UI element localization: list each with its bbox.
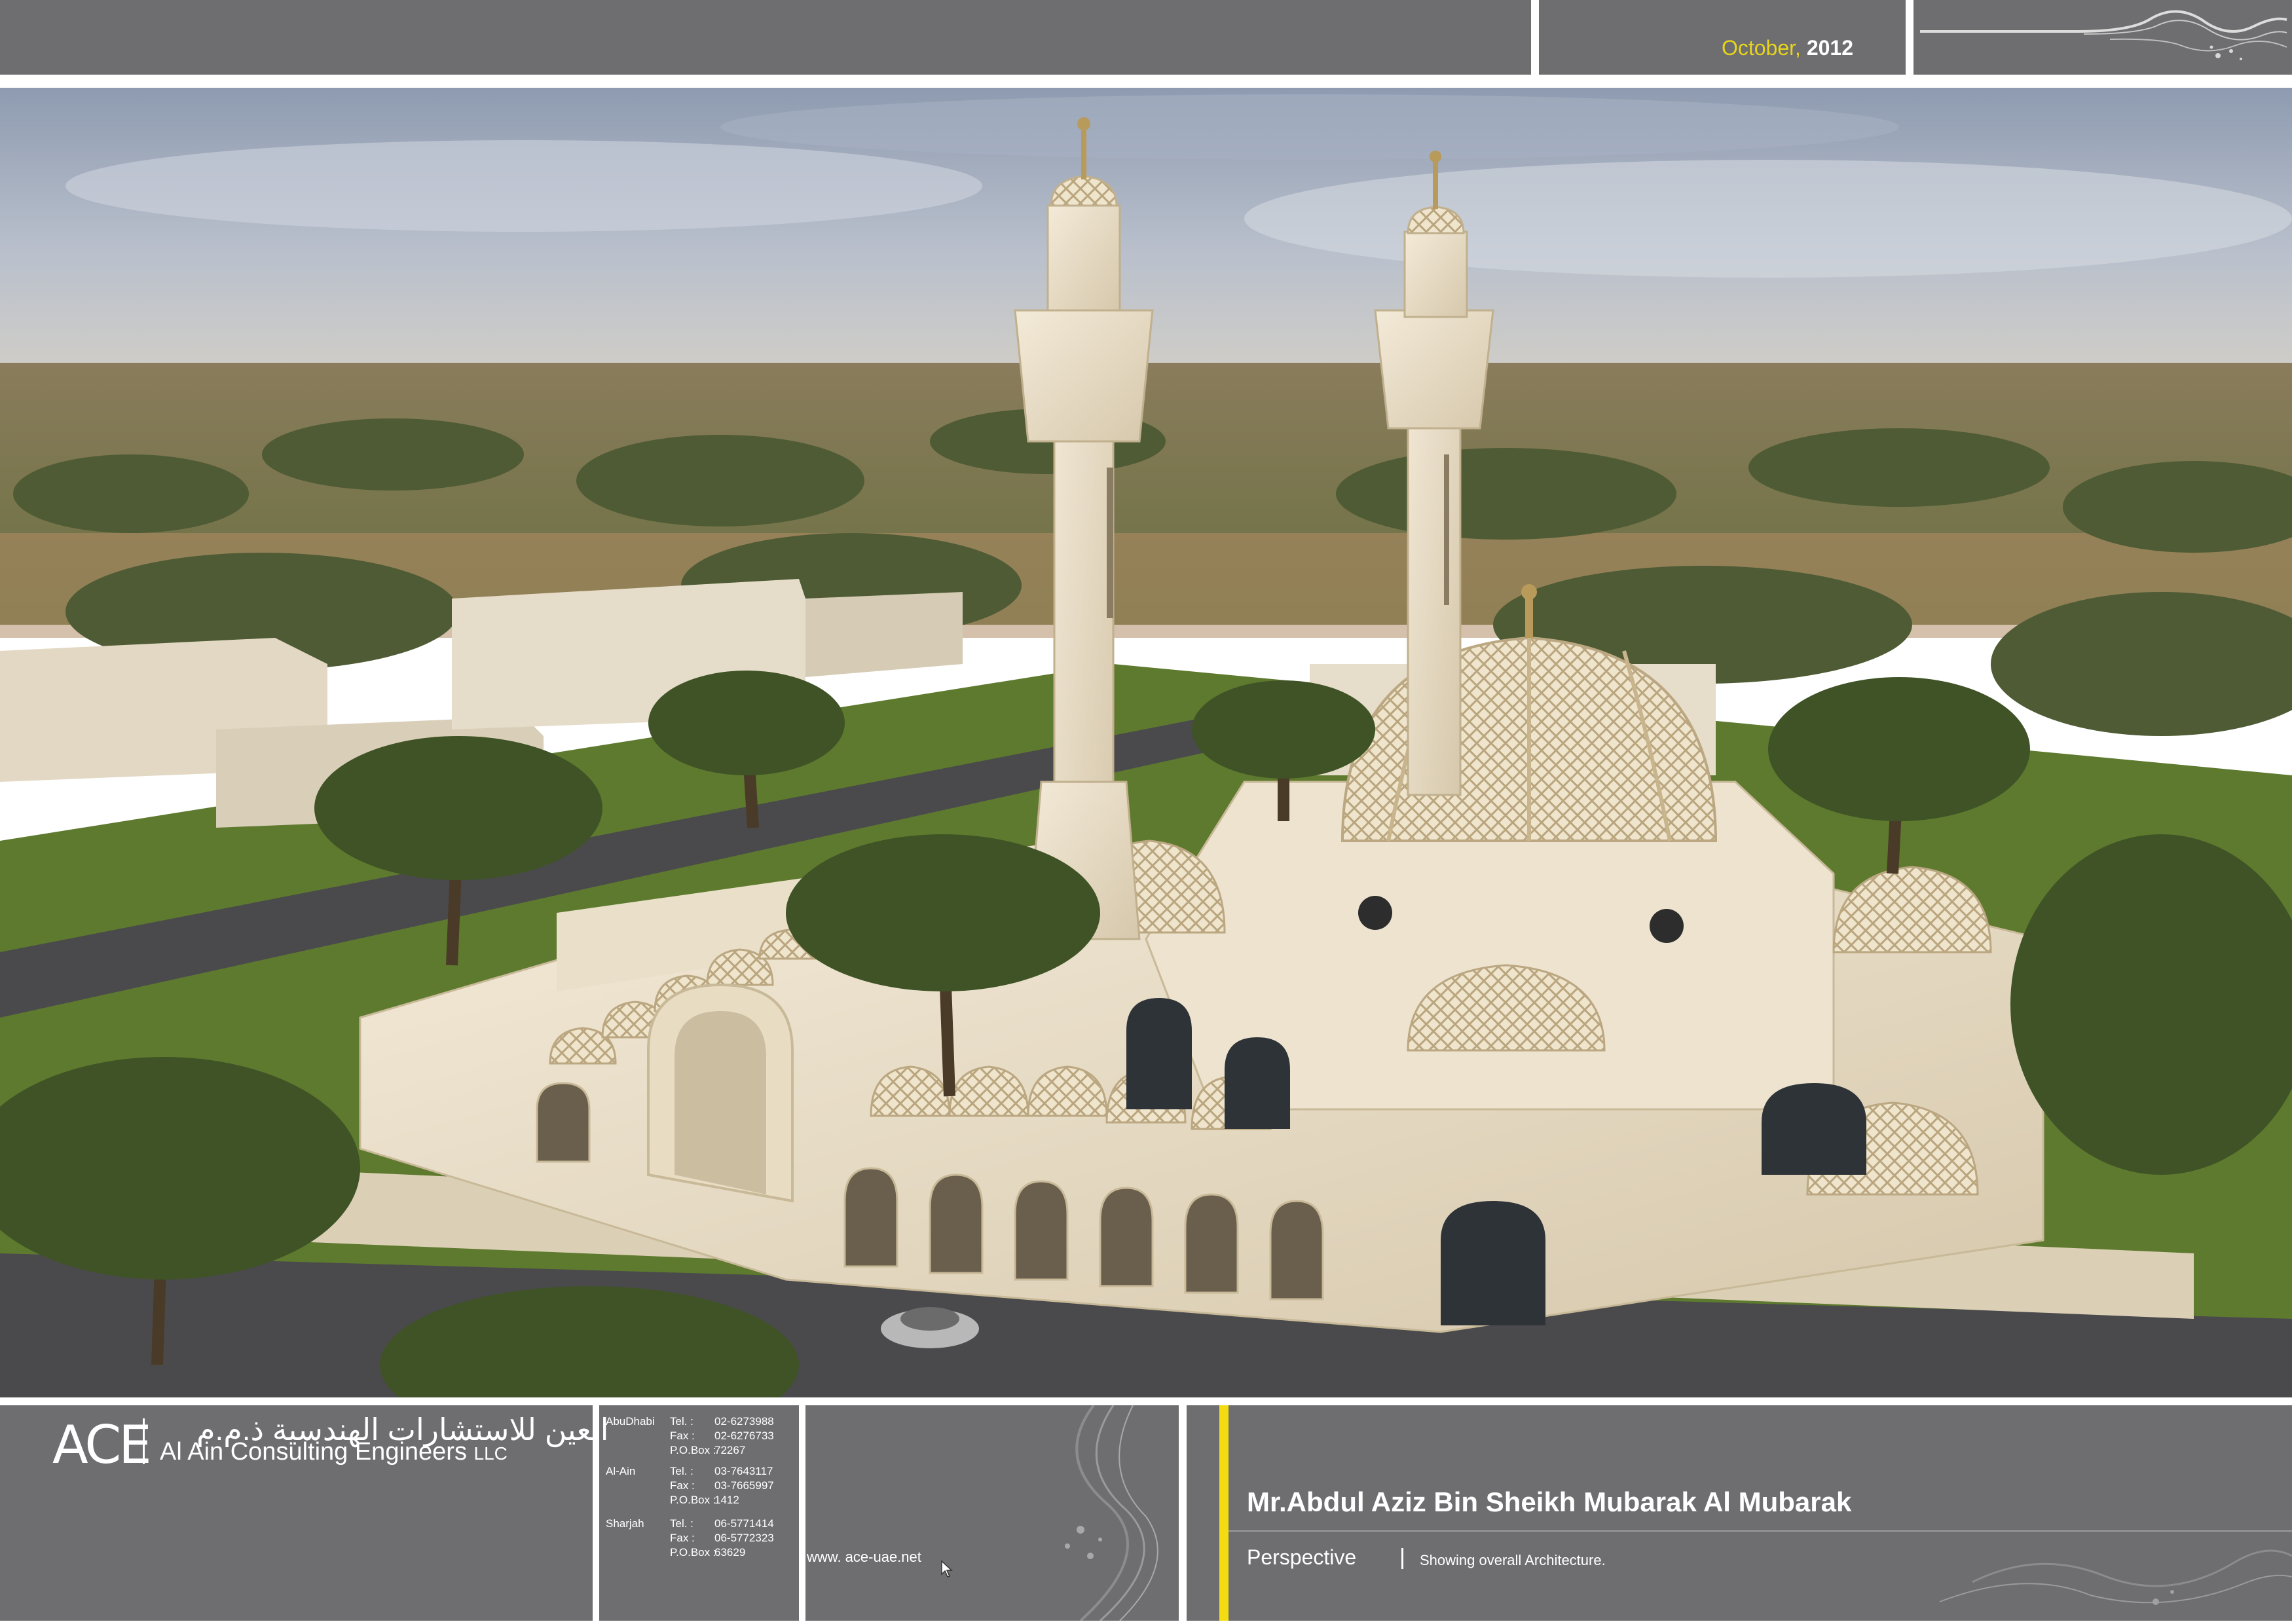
mosque-rendering [0,88,2292,1397]
office-pobox: P.O.Box :72267 [670,1444,746,1456]
view-label: Perspective [1247,1545,1357,1569]
office-pobox: P.O.Box :63629 [670,1546,746,1559]
office-fax: Fax :06-5772323 [670,1532,774,1544]
client-name: Mr.Abdul Aziz Bin Sheikh Mubarak Al Muba… [1247,1486,1852,1517]
footer-web-panel [805,1404,1179,1622]
office-city: Al-Ain [606,1465,636,1477]
office-fax: Fax :03-7665997 [670,1479,774,1492]
header-bar-left [0,0,1531,75]
swirl-ornament-icon [1065,1404,1158,1622]
office-city: Sharjah [606,1517,644,1530]
header-separator [0,75,2292,88]
office-tel: Tel. :03-7643117 [670,1465,773,1477]
office-city: AbuDhabi [606,1415,655,1428]
view-separator [1401,1548,1403,1569]
date-year: 2012 [1806,36,1853,60]
mouse-cursor-icon [941,1560,953,1578]
company-name-text: Al Ain Consulting Engineers [160,1438,467,1466]
date-month: October, [1721,36,1801,60]
header-date-panel: October, 2012 [1539,0,1906,75]
header-ornament-panel [1913,0,2292,75]
office-tel: Tel. :06-5771414 [670,1517,774,1530]
ace-logo-icon: ACE [52,1414,152,1475]
logo-divider [143,1418,145,1464]
website-link[interactable]: www. ace-uae.net [807,1549,921,1566]
office-tel: Tel. :02-6273988 [670,1415,774,1428]
mosque-perspective-image [0,88,2292,1397]
footer-divider [1229,1530,2292,1532]
office-pobox: P.O.Box :1412 [670,1494,739,1506]
date-label: October, 2012 [1722,36,1853,60]
wave-ornament-icon [1920,10,2287,60]
company-name: Al Ain Consulting Engineers LLC [160,1438,508,1466]
accent-bar [1219,1405,1229,1621]
view-description: Showing overall Architecture. [1420,1552,1606,1568]
office-fax: Fax :02-6276733 [670,1430,774,1442]
company-suffix: LLC [473,1443,508,1464]
